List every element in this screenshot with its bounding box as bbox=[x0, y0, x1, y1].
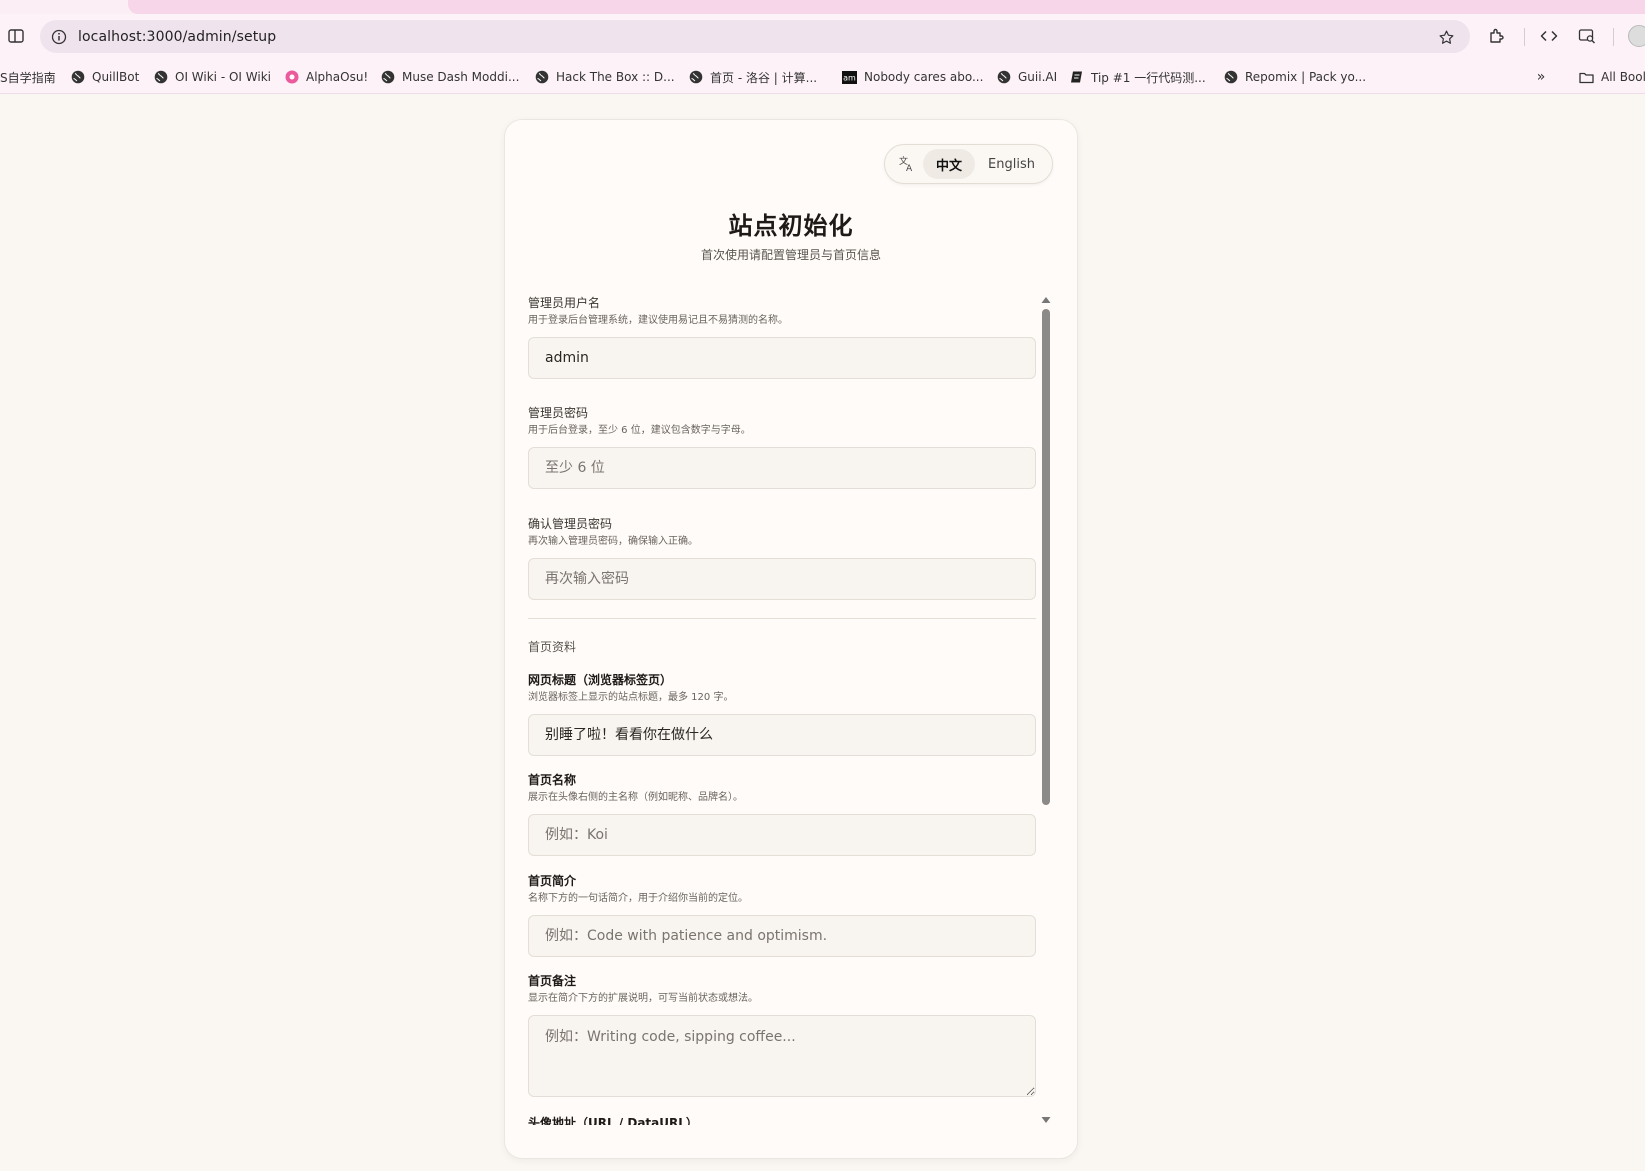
globe-icon bbox=[1223, 70, 1238, 85]
bookmark-label: S自学指南 bbox=[0, 70, 56, 85]
field-home-note: 首页备注 显示在简介下方的扩展说明，可写当前状态或想法。 bbox=[528, 973, 1036, 1097]
active-tab[interactable] bbox=[128, 0, 1645, 14]
admin-username-input[interactable] bbox=[528, 337, 1036, 379]
scroll-up-arrow-icon[interactable] bbox=[1041, 295, 1051, 305]
globe-icon bbox=[153, 70, 168, 85]
extensions-icon[interactable] bbox=[1486, 25, 1508, 47]
field-label: 网页标题（浏览器标签页） bbox=[528, 673, 673, 687]
bookmark-item[interactable]: Muse Dash Moddi... bbox=[380, 66, 519, 88]
home-name-input[interactable] bbox=[528, 814, 1036, 856]
bookmark-item[interactable]: am Nobody cares abo... bbox=[842, 66, 983, 88]
bookmark-star-icon[interactable] bbox=[1436, 27, 1456, 47]
field-label: 管理员用户名 bbox=[528, 296, 601, 310]
browser-toolbar: localhost:3000/admin/setup bbox=[0, 14, 1645, 60]
field-admin-password: 管理员密码 用于后台登录，至少 6 位，建议包含数字与字母。 bbox=[528, 405, 1036, 489]
bookmark-label: Nobody cares abo... bbox=[864, 70, 984, 84]
field-hint: 显示在简介下方的扩展说明，可写当前状态或想法。 bbox=[528, 993, 758, 1004]
bookmark-label: QuillBot bbox=[92, 70, 140, 84]
field-avatar-url: 头像地址（URL / DataURL） bbox=[528, 1115, 1036, 1125]
field-home-bio: 首页简介 名称下方的一句话简介，用于介绍你当前的定位。 bbox=[528, 873, 1036, 957]
all-bookmarks-folder[interactable]: All Bool bbox=[1579, 66, 1645, 88]
address-bar[interactable]: localhost:3000/admin/setup bbox=[40, 20, 1470, 53]
bookmark-item[interactable]: Hack The Box :: D... bbox=[534, 66, 675, 88]
toolbar-separator bbox=[1613, 28, 1614, 46]
field-admin-username: 管理员用户名 用于登录后台管理系统，建议使用易记且不易猜测的名称。 bbox=[528, 295, 1036, 379]
field-hint: 再次输入管理员密码，确保输入正确。 bbox=[528, 536, 698, 547]
svg-text:A: A bbox=[906, 164, 913, 173]
bookmark-item[interactable]: Repomix | Pack yo... bbox=[1223, 66, 1366, 88]
field-hint: 浏览器标签上显示的站点标题，最多 120 字。 bbox=[528, 692, 734, 703]
bookmark-label: AlphaOsu! bbox=[306, 70, 369, 84]
bookmark-label: Repomix | Pack yo... bbox=[1245, 70, 1367, 84]
bookmark-item[interactable]: 首页 - 洛谷 | 计算... bbox=[688, 66, 817, 88]
bookmark-label: All Bool bbox=[1601, 70, 1645, 84]
page-subtitle: 首次使用请配置管理员与首页信息 bbox=[700, 248, 881, 262]
field-label: 首页名称 bbox=[528, 773, 577, 787]
field-confirm-password: 确认管理员密码 再次输入管理员密码，确保输入正确。 bbox=[528, 516, 1036, 600]
field-label: 首页简介 bbox=[528, 874, 577, 888]
note-icon bbox=[1069, 70, 1084, 85]
section-label-homepage: 首页资料 bbox=[528, 640, 577, 654]
globe-icon bbox=[688, 70, 703, 85]
home-note-textarea[interactable] bbox=[528, 1015, 1036, 1097]
field-hint: 用于后台登录，至少 6 位，建议包含数字与字母。 bbox=[528, 425, 751, 436]
bookmark-item[interactable]: AlphaOsu! bbox=[284, 66, 368, 88]
confirm-password-input[interactable] bbox=[528, 558, 1036, 600]
globe-icon bbox=[996, 70, 1011, 85]
profile-avatar[interactable] bbox=[1628, 25, 1645, 47]
page-title: 站点初始化 bbox=[728, 212, 854, 240]
field-label: 头像地址（URL / DataURL） bbox=[528, 1116, 698, 1125]
field-label: 确认管理员密码 bbox=[528, 517, 613, 531]
site-info-icon[interactable] bbox=[50, 28, 68, 46]
lang-zh-button[interactable]: 中文 bbox=[923, 149, 976, 179]
svg-text:am: am bbox=[843, 73, 856, 82]
scrollbar-thumb[interactable] bbox=[1042, 309, 1050, 805]
field-page-title: 网页标题（浏览器标签页） 浏览器标签上显示的站点标题，最多 120 字。 bbox=[528, 672, 1036, 756]
field-hint: 用于登录后台管理系统，建议使用易记且不易猜测的名称。 bbox=[528, 315, 788, 326]
devtools-icon[interactable] bbox=[1538, 25, 1560, 47]
toolbar-separator bbox=[1524, 28, 1525, 46]
globe-icon bbox=[70, 70, 85, 85]
field-hint: 展示在头像右侧的主名称（例如昵称、品牌名）。 bbox=[528, 792, 743, 803]
bookmark-label: OI Wiki - OI Wiki bbox=[175, 70, 271, 84]
field-hint: 名称下方的一句话简介，用于介绍你当前的定位。 bbox=[528, 893, 748, 904]
url-text[interactable]: localhost:3000/admin/setup bbox=[78, 29, 276, 45]
bookmark-item[interactable]: Tip #1 一行代码测... bbox=[1069, 66, 1206, 88]
bookmark-label: Tip #1 一行代码测... bbox=[1091, 70, 1206, 85]
screen-search-icon[interactable] bbox=[1576, 25, 1598, 47]
bookmark-label: Muse Dash Moddi... bbox=[402, 70, 520, 84]
form-scrollbar[interactable] bbox=[1041, 295, 1051, 1125]
bookmark-item[interactable]: OI Wiki - OI Wiki bbox=[153, 66, 271, 88]
language-switch: 文A 中文 English bbox=[884, 144, 1053, 184]
page-title-input[interactable] bbox=[528, 714, 1036, 756]
am-icon: am bbox=[842, 70, 857, 85]
bookmarks-bar: S自学指南 QuillBot OI Wiki - OI Wiki AlphaOs… bbox=[0, 60, 1645, 94]
sidebar-toggle-icon[interactable] bbox=[4, 24, 28, 48]
field-label: 首页备注 bbox=[528, 974, 577, 988]
setup-card: 文A 中文 English 站点初始化 首次使用请配置管理员与首页信息 管理员用… bbox=[504, 119, 1078, 1159]
field-label: 管理员密码 bbox=[528, 406, 589, 420]
setup-form: 管理员用户名 用于登录后台管理系统，建议使用易记且不易猜测的名称。 管理员密码 … bbox=[528, 295, 1036, 1125]
translate-icon: 文A bbox=[897, 154, 917, 174]
bookmark-label: 首页 - 洛谷 | 计算... bbox=[710, 70, 818, 85]
chevron-double-right-icon[interactable]: » bbox=[1530, 66, 1552, 88]
alphaosu-icon bbox=[284, 70, 299, 85]
bookmark-label: Guii.AI bbox=[1018, 70, 1058, 84]
tab-strip bbox=[0, 0, 1645, 14]
admin-password-input[interactable] bbox=[528, 447, 1036, 489]
bookmark-item[interactable]: Guii.AI bbox=[996, 66, 1057, 88]
lang-en-button[interactable]: English bbox=[975, 149, 1048, 179]
bookmark-label: Hack The Box :: D... bbox=[556, 70, 675, 84]
globe-icon bbox=[380, 70, 395, 85]
section-divider bbox=[528, 618, 1036, 619]
home-bio-input[interactable] bbox=[528, 915, 1036, 957]
bookmark-item[interactable]: S自学指南 bbox=[0, 66, 56, 88]
bookmark-item[interactable]: QuillBot bbox=[70, 66, 139, 88]
scroll-down-arrow-icon[interactable] bbox=[1041, 1115, 1051, 1125]
globe-icon bbox=[534, 70, 549, 85]
folder-icon bbox=[1579, 70, 1594, 85]
field-home-name: 首页名称 展示在头像右侧的主名称（例如昵称、品牌名）。 bbox=[528, 772, 1036, 856]
